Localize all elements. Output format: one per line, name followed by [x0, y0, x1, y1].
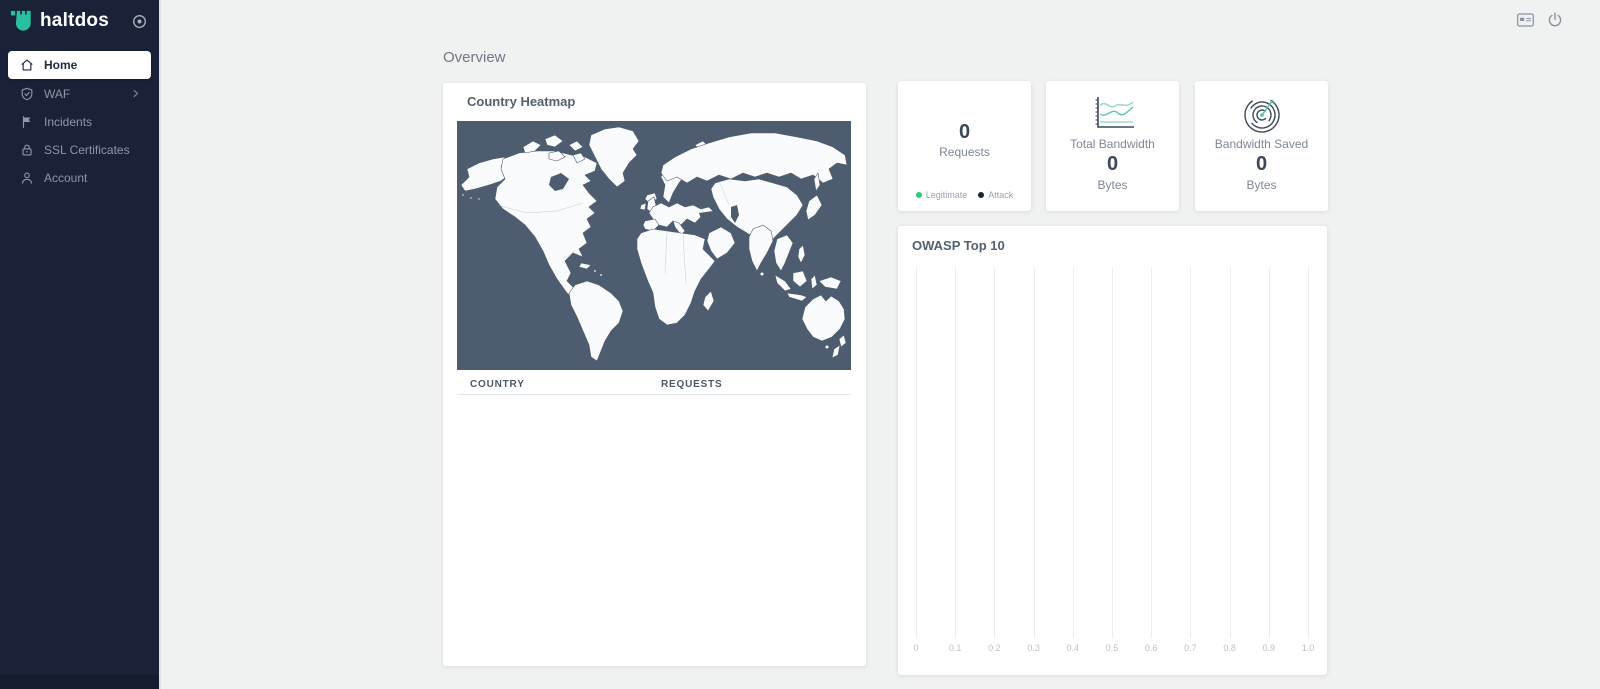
country-table-header: Country Requests: [457, 374, 851, 395]
owasp-top10-card: OWASP Top 10 0 0.1 0.2 0.3 0.4 0.5 0.6 0…: [898, 226, 1327, 675]
legend-label: Attack: [988, 190, 1013, 200]
gridline: [916, 267, 917, 638]
x-tick: 0.3: [1027, 643, 1040, 653]
legitimate-dot: [916, 192, 922, 198]
owasp-title: OWASP Top 10: [912, 238, 1005, 253]
sidebar-item-ssl-certificates[interactable]: SSL Certificates: [8, 136, 151, 163]
country-heatmap-card: Country Heatmap: [443, 83, 866, 666]
requests-stat-card: 0 Requests Legitimate Attack: [898, 81, 1031, 211]
requests-legend: Legitimate Attack: [916, 190, 1014, 200]
x-tick: 0.6: [1145, 643, 1158, 653]
world-map: [457, 121, 851, 370]
x-tick: 0.1: [949, 643, 962, 653]
bandwidth-saved-value: 0: [1256, 153, 1267, 176]
gridline: [1308, 267, 1309, 638]
bandwidth-saved-unit: Bytes: [1246, 178, 1276, 192]
flag-icon: [20, 115, 34, 129]
gridline: [1112, 267, 1113, 638]
sidebar-item-label: WAF: [44, 87, 70, 101]
column-header-requests: Requests: [661, 379, 851, 390]
power-icon[interactable]: [1547, 12, 1563, 28]
gridline: [1073, 267, 1074, 638]
total-bandwidth-label: Total Bandwidth: [1070, 137, 1155, 151]
sidebar-item-label: Incidents: [44, 115, 92, 129]
total-bandwidth-unit: Bytes: [1097, 178, 1127, 192]
x-tick: 0.2: [988, 643, 1001, 653]
country-table: Country Requests: [457, 374, 851, 395]
shield-icon: [20, 87, 34, 101]
home-icon: [20, 58, 34, 72]
column-header-country: Country: [457, 379, 661, 390]
gridline: [1230, 267, 1231, 638]
sidebar: haltdos Home WAF: [0, 0, 161, 689]
haltdos-logo-icon: [10, 9, 33, 33]
bandwidth-saved-label: Bandwidth Saved: [1215, 137, 1308, 151]
gridline: [994, 267, 995, 638]
sidebar-item-incidents[interactable]: Incidents: [8, 108, 151, 135]
x-tick: 0.8: [1223, 643, 1236, 653]
x-tick: 0.4: [1067, 643, 1080, 653]
legend-label: Legitimate: [926, 190, 968, 200]
brand: haltdos: [0, 0, 159, 33]
gridline: [1151, 267, 1152, 638]
chevron-right-icon: [130, 88, 141, 99]
lock-icon: [20, 143, 34, 157]
sidebar-item-waf[interactable]: WAF: [8, 80, 151, 107]
total-bandwidth-card: Total Bandwidth 0 Bytes: [1046, 81, 1179, 211]
gridline: [1269, 267, 1270, 638]
area-chart-icon: [1090, 93, 1136, 133]
gridline: [1190, 267, 1191, 638]
gridline: [1034, 267, 1035, 638]
sidebar-item-label: SSL Certificates: [44, 143, 130, 157]
x-tick: 0.7: [1184, 643, 1197, 653]
sidebar-item-label: Account: [44, 171, 87, 185]
user-icon: [20, 171, 34, 185]
page-title: Overview: [443, 49, 506, 66]
owasp-chart: [916, 267, 1308, 638]
gridline: [955, 267, 956, 638]
heatmap-title: Country Heatmap: [467, 94, 575, 109]
x-tick: 1.0: [1302, 643, 1315, 653]
sidebar-item-account[interactable]: Account: [8, 164, 151, 191]
x-tick: 0: [913, 643, 918, 653]
radar-spiral-icon: [1240, 93, 1284, 133]
requests-value: 0: [959, 121, 970, 143]
owasp-x-axis: 0 0.1 0.2 0.3 0.4 0.5 0.6 0.7 0.8 0.9 1.…: [916, 643, 1308, 655]
sidebar-item-home[interactable]: Home: [8, 51, 151, 79]
billing-card-icon[interactable]: [1517, 13, 1534, 27]
requests-label: Requests: [939, 145, 990, 159]
brand-name: haltdos: [40, 10, 109, 32]
bandwidth-saved-card: Bandwidth Saved 0 Bytes: [1195, 81, 1328, 211]
total-bandwidth-value: 0: [1107, 153, 1118, 176]
sidebar-nav: Home WAF Incident: [0, 51, 159, 191]
target-icon[interactable]: [132, 14, 147, 29]
x-tick: 0.9: [1263, 643, 1276, 653]
sidebar-item-label: Home: [44, 58, 77, 72]
legend-item-legitimate: Legitimate: [916, 190, 968, 200]
x-tick: 0.5: [1106, 643, 1119, 653]
sidebar-footer: [0, 675, 159, 689]
legend-item-attack: Attack: [978, 190, 1013, 200]
attack-dot: [978, 192, 984, 198]
